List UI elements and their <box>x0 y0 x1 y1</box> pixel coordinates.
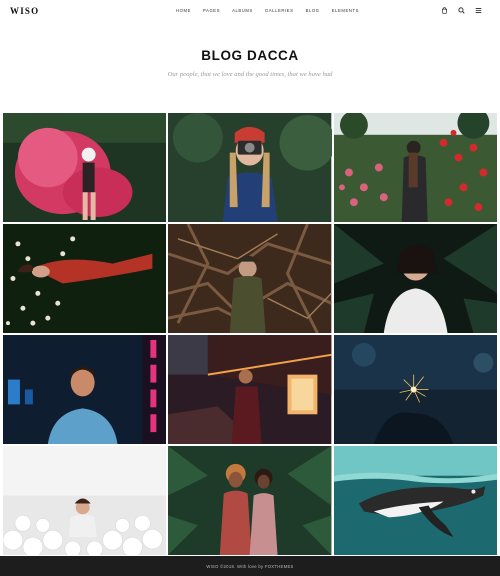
photo-pink-smoke <box>3 113 167 222</box>
nav-item-blog[interactable]: BLOG <box>306 8 320 13</box>
photo-penguin <box>333 446 497 555</box>
photo-tile-couple[interactable] <box>168 446 332 555</box>
photo-neon-man <box>3 335 167 444</box>
photo-tile-sparklers[interactable] <box>333 335 497 444</box>
photo-flower-lying <box>3 224 167 333</box>
photo-neon-street <box>168 335 332 444</box>
main-nav: HOME PAGES ALBUMS GALLERIES BLOG ELEMENT… <box>176 8 371 13</box>
site-footer: WISO ©2018. With love by FOXTHEMES <box>0 556 500 576</box>
photo-grid <box>3 113 497 555</box>
photo-sparklers <box>333 335 497 444</box>
photo-camera-woman <box>168 113 332 222</box>
photo-tile-pink-smoke[interactable] <box>3 113 167 222</box>
photo-palm-leaves <box>333 224 497 333</box>
photo-tile-penguin[interactable] <box>333 446 497 555</box>
page-subtitle: Our people, that we love and the good ti… <box>167 71 333 78</box>
search-icon[interactable] <box>458 7 465 14</box>
nav-item-elements[interactable]: ELEMENTS <box>332 8 359 13</box>
photo-tile-palm-leaves[interactable] <box>333 224 497 333</box>
photo-tile-rose-garden[interactable] <box>333 113 497 222</box>
nav-item-pages[interactable]: PAGES <box>203 8 220 13</box>
photo-couple <box>168 446 332 555</box>
photo-rose-garden <box>333 113 497 222</box>
nav-item-galleries[interactable]: GALLERIES <box>265 8 294 13</box>
nav-item-home[interactable]: HOME <box>176 8 191 13</box>
site-header: WISO HOME PAGES ALBUMS GALLERIES BLOG EL… <box>0 0 500 24</box>
photo-balloons <box>3 446 167 555</box>
photo-tile-branches[interactable] <box>168 224 332 333</box>
photo-tile-neon-street[interactable] <box>168 335 332 444</box>
page-title: BLOG DACCA <box>201 48 299 63</box>
photo-branches <box>168 224 332 333</box>
header-tools <box>441 7 482 14</box>
photo-tile-neon-man[interactable] <box>3 335 167 444</box>
nav-item-albums[interactable]: ALBUMS <box>232 8 253 13</box>
site-logo[interactable]: WISO <box>10 6 39 16</box>
photo-tile-balloons[interactable] <box>3 446 167 555</box>
photo-tile-camera-woman[interactable] <box>168 113 332 222</box>
bag-icon[interactable] <box>441 7 448 14</box>
footer-copyright: WISO ©2018. With love by FOXTHEMES <box>206 563 294 569</box>
photo-tile-flower-lying[interactable] <box>3 224 167 333</box>
menu-icon[interactable] <box>475 7 482 14</box>
